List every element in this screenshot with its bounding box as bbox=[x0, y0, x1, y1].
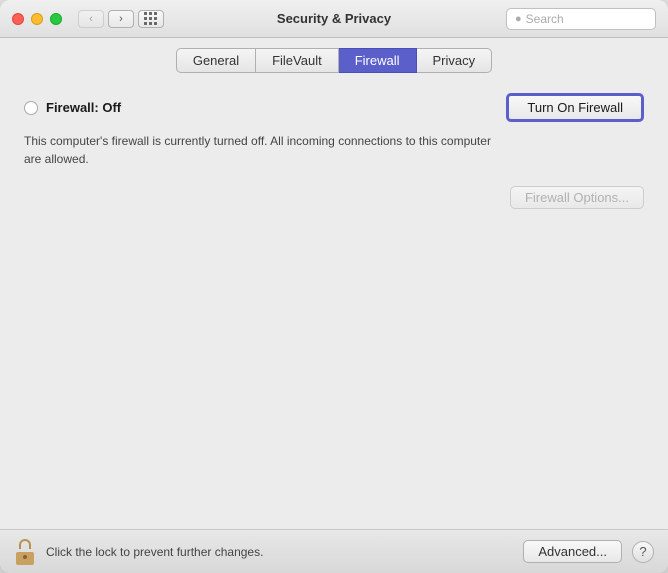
content-area: Firewall: Off Turn On Firewall This comp… bbox=[0, 73, 668, 529]
main-window: ‹ › Security & Privacy ● Search General … bbox=[0, 0, 668, 573]
firewall-options-button[interactable]: Firewall Options... bbox=[510, 186, 644, 209]
advanced-button[interactable]: Advanced... bbox=[523, 540, 622, 563]
tab-firewall[interactable]: Firewall bbox=[339, 48, 417, 73]
traffic-lights bbox=[12, 13, 62, 25]
tab-general[interactable]: General bbox=[176, 48, 256, 73]
help-button[interactable]: ? bbox=[632, 541, 654, 563]
firewall-status-label: Firewall: Off bbox=[46, 100, 121, 115]
lock-body bbox=[16, 552, 34, 565]
tab-privacy[interactable]: Privacy bbox=[417, 48, 493, 73]
bottom-bar: Click the lock to prevent further change… bbox=[0, 529, 668, 573]
grid-button[interactable] bbox=[138, 10, 164, 28]
maximize-button[interactable] bbox=[50, 13, 62, 25]
window-title: Security & Privacy bbox=[277, 11, 391, 26]
minimize-button[interactable] bbox=[31, 13, 43, 25]
tab-bar: General FileVault Firewall Privacy bbox=[0, 38, 668, 73]
search-box[interactable]: ● Search bbox=[506, 8, 656, 30]
firewall-radio[interactable] bbox=[24, 101, 38, 115]
tab-filevault[interactable]: FileVault bbox=[256, 48, 339, 73]
lock-shackle bbox=[19, 539, 31, 549]
firewall-row: Firewall: Off Turn On Firewall bbox=[24, 93, 644, 122]
turn-on-firewall-button[interactable]: Turn On Firewall bbox=[506, 93, 644, 122]
lock-keyhole bbox=[23, 555, 27, 559]
grid-icon bbox=[144, 12, 158, 26]
titlebar: ‹ › Security & Privacy ● Search bbox=[0, 0, 668, 38]
search-placeholder: Search bbox=[526, 12, 564, 26]
lock-icon[interactable] bbox=[14, 539, 36, 565]
nav-buttons: ‹ › bbox=[78, 10, 134, 28]
back-button[interactable]: ‹ bbox=[78, 10, 104, 28]
lock-text: Click the lock to prevent further change… bbox=[46, 545, 513, 559]
close-button[interactable] bbox=[12, 13, 24, 25]
forward-button[interactable]: › bbox=[108, 10, 134, 28]
search-icon: ● bbox=[515, 13, 522, 25]
firewall-description: This computer's firewall is currently tu… bbox=[24, 132, 504, 168]
firewall-status: Firewall: Off bbox=[24, 100, 121, 115]
